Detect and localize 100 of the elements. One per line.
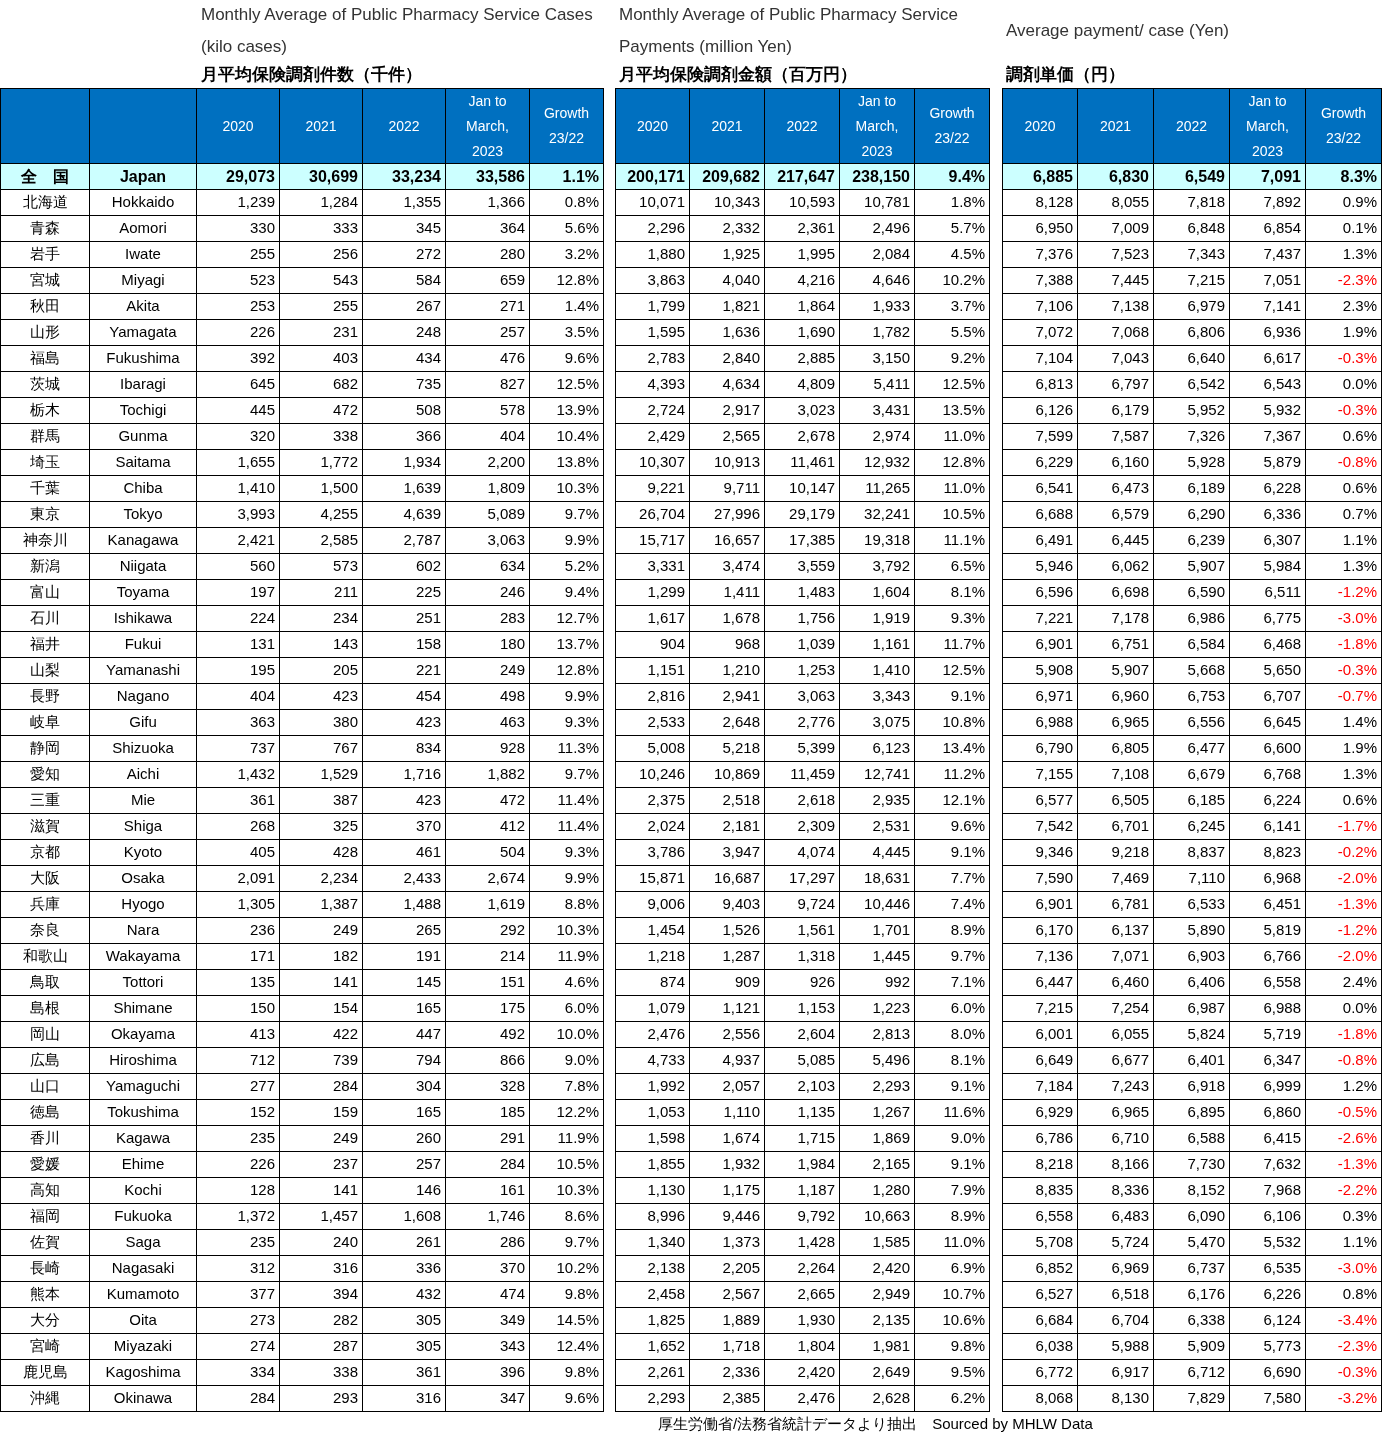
table-cell: 11.4% [530, 788, 604, 814]
table-cell: 6.2% [915, 1386, 990, 1412]
table-cell: 4,809 [765, 372, 840, 398]
column-header: 2022 [765, 88, 840, 164]
table-cell: 2,787 [363, 528, 446, 554]
table-cell: 9,446 [690, 1204, 765, 1230]
table-cell: 7,829 [1154, 1386, 1230, 1412]
table-cell: 9.7% [530, 502, 604, 528]
table-cell: 4,733 [615, 1048, 690, 1074]
table-cell: 2,084 [840, 242, 915, 268]
prefecture-name: Miyagi [90, 268, 197, 294]
table-cell: 6,055 [1078, 1022, 1154, 1048]
table-cell: 6,751 [1078, 632, 1154, 658]
table-cell: 6,901 [1002, 892, 1078, 918]
table-cell: 257 [363, 1152, 446, 1178]
prefecture-name: Tokyo [90, 502, 197, 528]
table-cell: 6.9% [915, 1256, 990, 1282]
table-cell: 246 [446, 580, 530, 606]
prefecture-name: Shimane [90, 996, 197, 1022]
table-cell: 128 [197, 1178, 280, 1204]
table-cell: 7,376 [1002, 242, 1078, 268]
table-cell: 361 [197, 788, 280, 814]
table-cell: 6,805 [1078, 736, 1154, 762]
column-header: Jan to March, 2023 [446, 88, 530, 164]
prefecture-name: Nagasaki [90, 1256, 197, 1282]
table-cell: 6,617 [1230, 346, 1306, 372]
section-title: 調剤単価（円） [1006, 64, 1125, 87]
table-cell: 8.8% [530, 892, 604, 918]
table-cell: 3,792 [840, 554, 915, 580]
table-cell: 6,401 [1154, 1048, 1230, 1074]
table-cell: 6,518 [1078, 1282, 1154, 1308]
table-cell: 8,128 [1002, 190, 1078, 216]
table-cell: 12.5% [915, 658, 990, 684]
prefecture-name: Shiga [90, 814, 197, 840]
table-cell: 1,799 [615, 294, 690, 320]
table-cell: 7,388 [1002, 268, 1078, 294]
table-cell: 6,929 [1002, 1100, 1078, 1126]
table-cell: 12.8% [530, 658, 604, 684]
table-cell: 6,640 [1154, 346, 1230, 372]
table-cell: 3,343 [840, 684, 915, 710]
table-cell: 272 [363, 242, 446, 268]
table-cell: 277 [197, 1074, 280, 1100]
prefecture-name: 愛媛 [0, 1152, 90, 1178]
column-header: 2020 [197, 88, 280, 164]
table-cell: 221 [363, 658, 446, 684]
table-cell: 333 [280, 216, 363, 242]
table-cell: 3,559 [765, 554, 840, 580]
table-cell: 257 [446, 320, 530, 346]
table-cell: 146 [363, 1178, 446, 1204]
prefecture-name: Aichi [90, 762, 197, 788]
prefecture-name: 岐阜 [0, 710, 90, 736]
table-cell: 9,711 [690, 476, 765, 502]
table-cell: 1.2% [1306, 1074, 1382, 1100]
table-cell: 6,950 [1002, 216, 1078, 242]
table-cell: 286 [446, 1230, 530, 1256]
table-cell: 1,636 [690, 320, 765, 346]
table-cell: 364 [446, 216, 530, 242]
table-cell: 827 [446, 372, 530, 398]
table-cell: 9,792 [765, 1204, 840, 1230]
table-cell: 5.2% [530, 554, 604, 580]
table-cell: 249 [280, 1126, 363, 1152]
table-cell: 1,428 [765, 1230, 840, 1256]
table-cell: 504 [446, 840, 530, 866]
table-cell: 10.3% [530, 918, 604, 944]
prefecture-name: 山形 [0, 320, 90, 346]
table-cell: 2,420 [765, 1360, 840, 1386]
table-cell: 7,068 [1078, 320, 1154, 346]
table-cell: 265 [363, 918, 446, 944]
table-cell: 8.6% [530, 1204, 604, 1230]
table-cell: -2.6% [1306, 1126, 1382, 1152]
table-cell: 6,772 [1002, 1360, 1078, 1386]
table-cell: 6,790 [1002, 736, 1078, 762]
table-cell: 423 [280, 684, 363, 710]
table-cell: 5,470 [1154, 1230, 1230, 1256]
table-cell: 423 [363, 710, 446, 736]
table-cell: 3,993 [197, 502, 280, 528]
table-cell: 1,655 [197, 450, 280, 476]
table-cell: 9.6% [530, 346, 604, 372]
table-cell: 1,039 [765, 632, 840, 658]
table-cell: 2,200 [446, 450, 530, 476]
table-cell: 2,941 [690, 684, 765, 710]
table-cell: 7,367 [1230, 424, 1306, 450]
table-cell: 19,318 [840, 528, 915, 554]
table-cell: 10.2% [530, 1256, 604, 1282]
table-cell: 2,165 [840, 1152, 915, 1178]
table-cell: 141 [280, 970, 363, 996]
table-cell: 7,730 [1154, 1152, 1230, 1178]
table-cell: 7,437 [1230, 242, 1306, 268]
table-cell: 6,895 [1154, 1100, 1230, 1126]
table-cell: 1,355 [363, 190, 446, 216]
table-cell: 165 [363, 996, 446, 1022]
prefecture-name: 和歌山 [0, 944, 90, 970]
table-cell: 11.4% [530, 814, 604, 840]
table-cell: 926 [765, 970, 840, 996]
table-cell: 6,766 [1230, 944, 1306, 970]
table-cell: 282 [280, 1308, 363, 1334]
table-cell: 231 [280, 320, 363, 346]
table-cell: 17,385 [765, 528, 840, 554]
column-header: Growth 23/22 [530, 88, 604, 164]
table-cell: 904 [615, 632, 690, 658]
